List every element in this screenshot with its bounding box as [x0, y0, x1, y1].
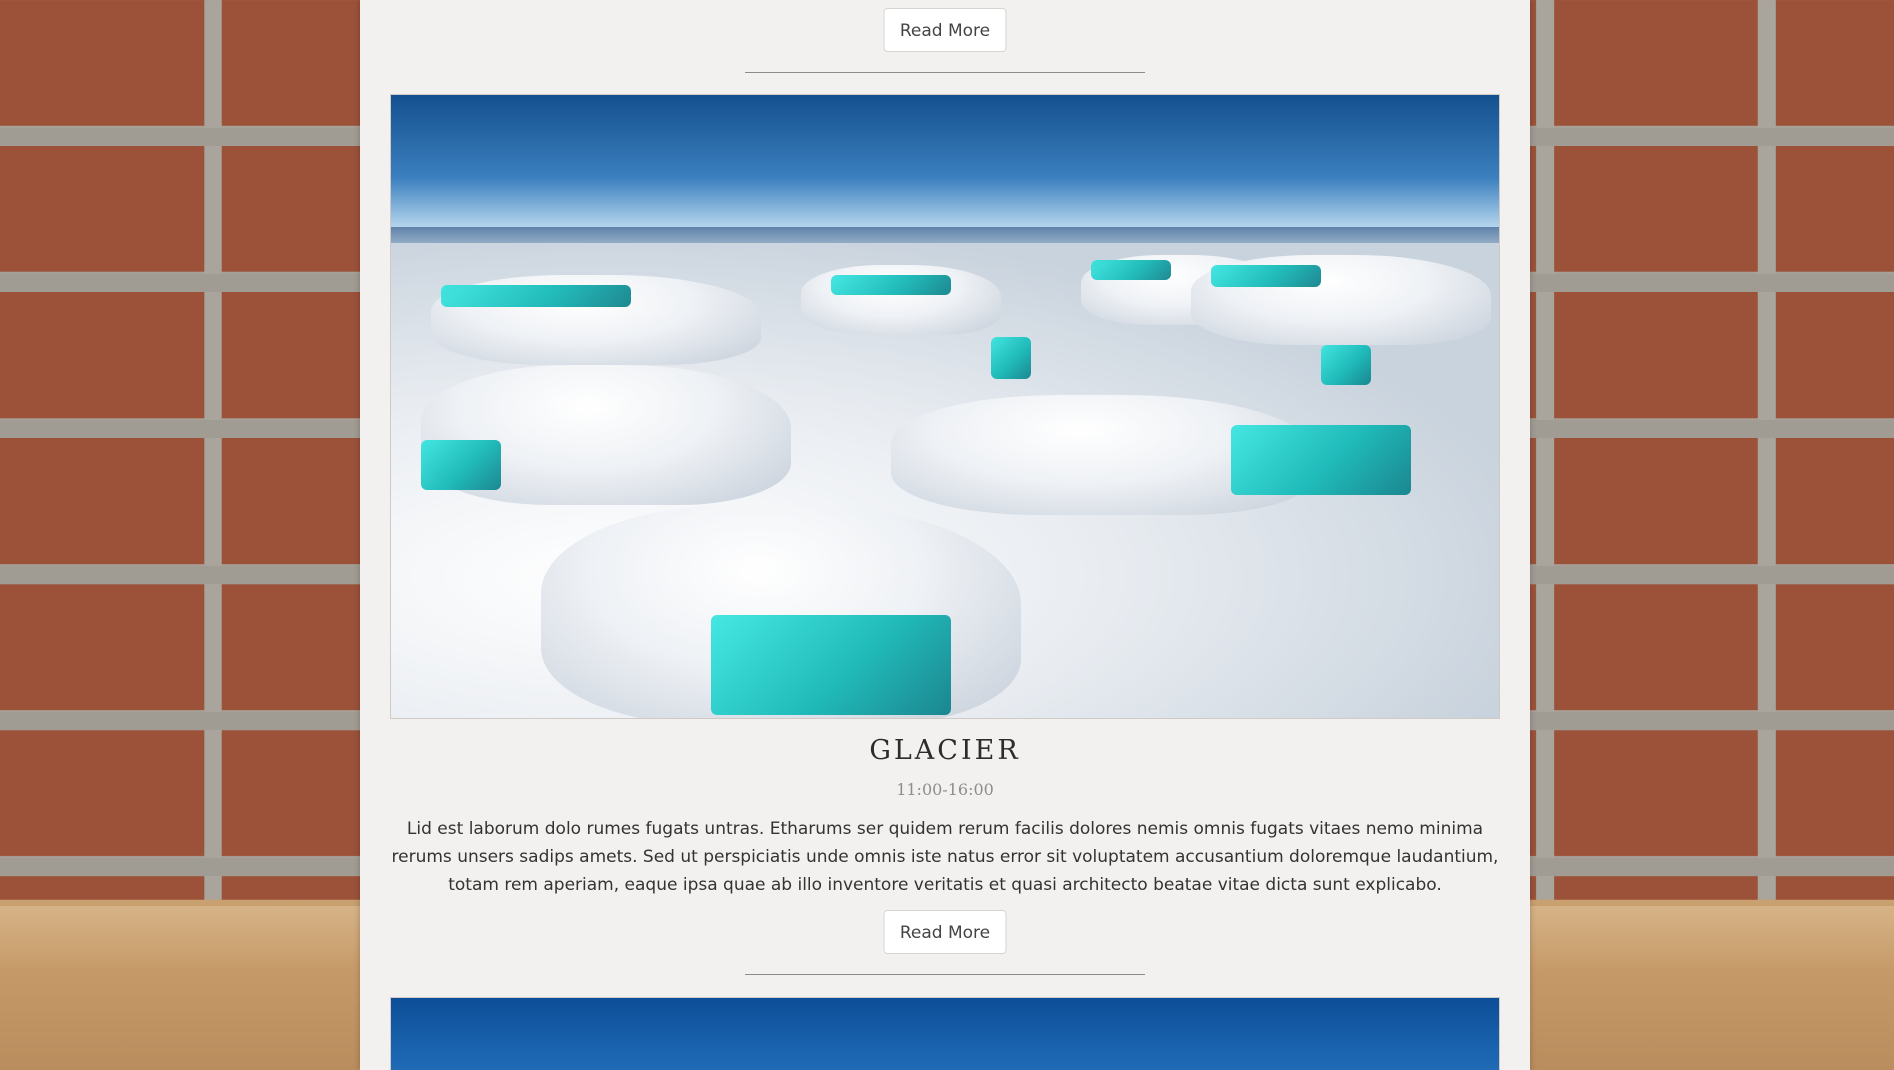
brick-wall-right — [1530, 0, 1894, 906]
post-title: GLACIER — [869, 735, 1021, 766]
divider — [745, 72, 1145, 73]
post-description: Lid est laborum dolo rumes fugats untras… — [391, 819, 1499, 895]
photo-sky — [391, 95, 1499, 245]
photo-horizon — [391, 227, 1499, 243]
next-post-photo — [390, 997, 1500, 1070]
content-panel: Read More GLACIER 11:00-16:00 Lid est la… — [360, 0, 1530, 1070]
divider — [745, 974, 1145, 975]
glacier-photo — [390, 94, 1500, 719]
read-more-button-prev[interactable]: Read More — [883, 8, 1007, 52]
brick-wall-left — [0, 0, 360, 906]
post-time: 11:00-16:00 — [896, 780, 994, 799]
read-more-button[interactable]: Read More — [883, 910, 1007, 954]
